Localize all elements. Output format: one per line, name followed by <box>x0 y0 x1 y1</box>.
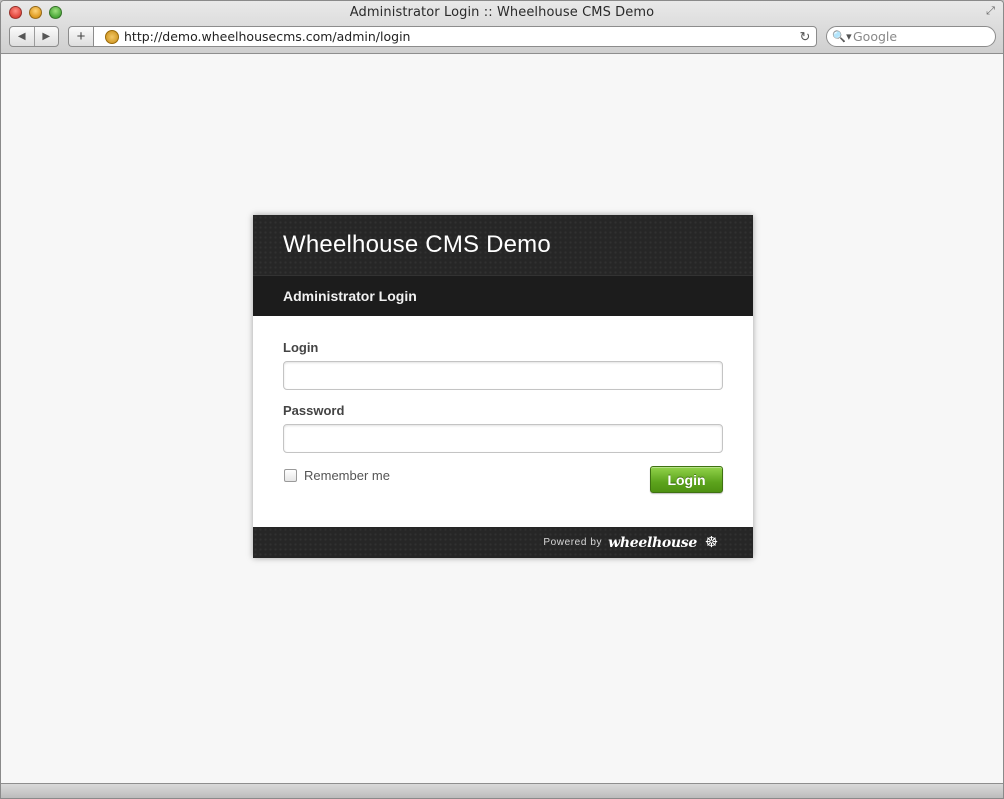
panel-footer: Powered by wheelhouse ☸ <box>253 527 753 558</box>
nav-buttons: ◀ ▶ <box>9 26 59 47</box>
status-bar <box>1 783 1003 798</box>
add-bookmark-icon[interactable]: + <box>68 26 93 47</box>
login-label: Login <box>283 340 319 355</box>
password-label: Password <box>283 403 345 418</box>
login-panel: Wheelhouse CMS Demo Administrator Login … <box>253 215 753 558</box>
reload-icon[interactable]: ↻ <box>796 29 814 45</box>
search-icon[interactable]: 🔍▾ <box>831 30 853 43</box>
login-form: Login Password Remember me Login <box>253 316 753 527</box>
remember-me-option[interactable]: Remember me <box>283 468 390 483</box>
browser-window: Administrator Login :: Wheelhouse CMS De… <box>0 0 1004 799</box>
search-input[interactable] <box>853 29 983 44</box>
fullscreen-icon[interactable]: ⤢ <box>984 5 997 18</box>
powered-by-text: Powered by <box>543 537 603 548</box>
remember-me-checkbox[interactable] <box>284 469 297 482</box>
back-icon[interactable]: ◀ <box>10 27 35 46</box>
address-bar[interactable]: http://demo.wheelhousecms.com/admin/logi… <box>93 26 817 47</box>
browser-toolbar: Administrator Login :: Wheelhouse CMS De… <box>1 1 1003 54</box>
window-title: Administrator Login :: Wheelhouse CMS De… <box>349 5 655 20</box>
wheelhouse-logo[interactable]: wheelhouse <box>608 535 697 551</box>
page-content: Wheelhouse CMS Demo Administrator Login … <box>1 55 1003 783</box>
password-input[interactable] <box>283 424 723 453</box>
panel-subheader: Administrator Login <box>253 275 753 316</box>
url-field[interactable]: http://demo.wheelhousecms.com/admin/logi… <box>124 29 796 44</box>
panel-header: Wheelhouse CMS Demo <box>253 215 753 275</box>
forward-icon[interactable]: ▶ <box>35 27 59 46</box>
page-subtitle: Administrator Login <box>283 288 417 304</box>
login-input[interactable] <box>283 361 723 390</box>
site-favicon-icon <box>105 29 119 44</box>
ship-wheel-icon: ☸ <box>704 534 719 551</box>
form-actions: Remember me Login <box>283 466 723 496</box>
search-field[interactable]: 🔍▾ <box>826 26 996 47</box>
site-title: Wheelhouse CMS Demo <box>283 231 551 258</box>
remember-me-label[interactable]: Remember me <box>304 468 390 483</box>
login-button[interactable]: Login <box>650 466 723 493</box>
